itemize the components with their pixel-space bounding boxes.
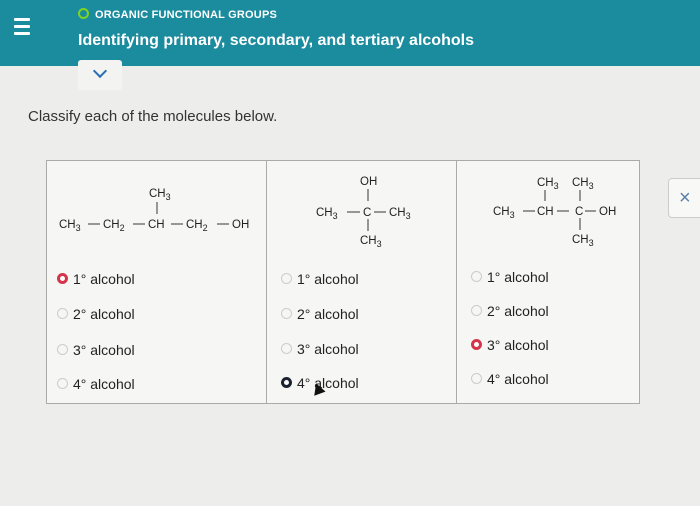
collapse-button[interactable] (78, 60, 122, 90)
atom-label: CH2 (186, 219, 208, 233)
molecule-cell-3: CH3 CH3 CH3 CH C OH CH3 1° alcohol 2° al… (457, 161, 639, 403)
atom-label: CH3 (149, 188, 171, 202)
radio[interactable] (281, 343, 292, 354)
question-prompt: Classify each of the molecules below. (28, 108, 278, 125)
molecule-cell-2: OH CH3 C CH3 CH3 1° alcohol 2° alcohol 3… (267, 161, 457, 403)
atom-label: CH3 (572, 234, 594, 248)
atom-label: CH3 (493, 206, 515, 220)
radio[interactable] (57, 344, 68, 355)
close-icon[interactable]: × (668, 178, 700, 218)
status-dot-icon (78, 8, 89, 19)
radio-selected[interactable] (281, 377, 292, 388)
radio-selected[interactable] (471, 339, 482, 350)
radio[interactable] (471, 305, 482, 316)
atom-label: CH3 (59, 219, 81, 233)
atom-label: OH (599, 206, 616, 218)
atom-label: CH3 (316, 207, 338, 221)
molecule-structure-2: OH CH3 C CH3 CH3 (316, 176, 411, 249)
page-title: Identifying primary, secondary, and tert… (78, 32, 474, 49)
atom-label: CH3 (389, 207, 411, 221)
radio[interactable] (57, 378, 68, 389)
topic-heading: ORGANIC FUNCTIONAL GROUPS (78, 8, 277, 21)
radio-selected[interactable] (57, 273, 68, 284)
molecule-structure-1: CH3 CH3 CH2 CH CH2 OH (59, 188, 249, 233)
atom-label: C (575, 206, 583, 218)
radio[interactable] (281, 273, 292, 284)
molecule-cell-1: CH3 CH3 CH2 CH CH2 OH 1° alcohol 2° alco… (47, 161, 267, 403)
atom-label: C (363, 207, 371, 219)
molecule-table: CH3 CH3 CH2 CH CH2 OH 1° alcohol 2° alco… (46, 160, 640, 404)
topic-label: ORGANIC FUNCTIONAL GROUPS (95, 9, 278, 21)
atom-label: CH3 (537, 177, 559, 191)
app-header: ORGANIC FUNCTIONAL GROUPS Identifying pr… (0, 0, 700, 66)
atom-label: CH (537, 206, 554, 218)
atom-label: CH3 (572, 177, 594, 191)
radio[interactable] (471, 271, 482, 282)
radio[interactable] (281, 308, 292, 319)
atom-label: CH3 (360, 235, 382, 249)
chevron-down-icon (92, 63, 108, 79)
atom-label: OH (360, 176, 377, 188)
atom-label: CH2 (103, 219, 125, 233)
molecule-structure-3: CH3 CH3 CH3 CH C OH CH3 (493, 177, 616, 248)
radio[interactable] (57, 308, 68, 319)
atom-label: CH (148, 219, 165, 231)
menu-icon[interactable] (10, 12, 34, 42)
radio[interactable] (471, 373, 482, 384)
atom-label: OH (232, 219, 249, 231)
